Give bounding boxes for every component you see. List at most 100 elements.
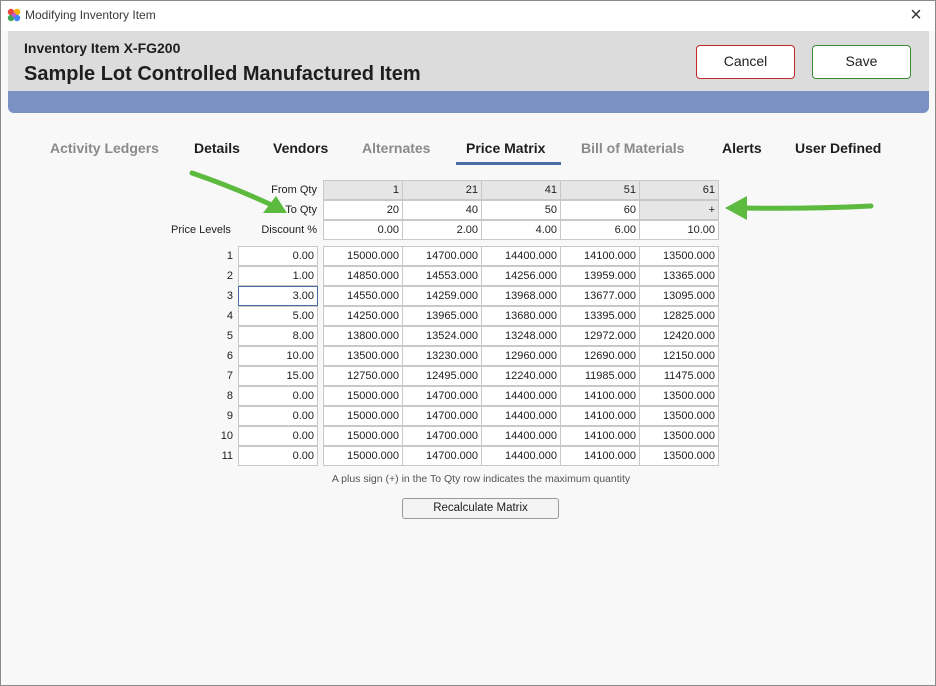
price-cell[interactable]: 12960.000 [481, 346, 561, 366]
item-header: Inventory Item X-FG200 Sample Lot Contro… [8, 31, 929, 91]
price-level-number: 2 [226, 270, 233, 282]
level-discount-cell[interactable]: 5.00 [238, 306, 318, 326]
price-cell[interactable]: 13500.000 [639, 446, 719, 466]
price-cell[interactable]: 13680.000 [481, 306, 561, 326]
price-cell[interactable]: 14550.000 [323, 286, 403, 306]
price-cell[interactable]: 13500.000 [639, 406, 719, 426]
price-cell[interactable]: 13365.000 [639, 266, 719, 286]
price-cell[interactable]: 14400.000 [481, 406, 561, 426]
column-discount-cell[interactable]: 0.00 [323, 220, 403, 240]
price-cell[interactable]: 14400.000 [481, 446, 561, 466]
level-discount-cell[interactable]: 0.00 [238, 406, 318, 426]
price-cell[interactable]: 14700.000 [402, 426, 482, 446]
level-discount-cell[interactable]: 0.00 [238, 426, 318, 446]
price-cell[interactable]: 13230.000 [402, 346, 482, 366]
price-cell[interactable]: 15000.000 [323, 386, 403, 406]
price-cell[interactable]: 15000.000 [323, 246, 403, 266]
tab-user-defined[interactable]: User Defined [795, 140, 881, 156]
price-cell[interactable]: 12825.000 [639, 306, 719, 326]
price-cell[interactable]: 14850.000 [323, 266, 403, 286]
column-discount-cell[interactable]: 2.00 [402, 220, 482, 240]
tab-price-matrix[interactable]: Price Matrix [466, 140, 545, 156]
price-cell[interactable]: 13524.000 [402, 326, 482, 346]
price-cell[interactable]: 14100.000 [560, 386, 640, 406]
tab-vendors[interactable]: Vendors [273, 140, 328, 156]
price-cell[interactable]: 14400.000 [481, 386, 561, 406]
price-cell[interactable]: 12972.000 [560, 326, 640, 346]
price-cell[interactable]: 11475.000 [639, 366, 719, 386]
price-cell[interactable]: 13677.000 [560, 286, 640, 306]
price-cell[interactable]: 15000.000 [323, 446, 403, 466]
price-cell[interactable]: 14700.000 [402, 446, 482, 466]
level-discount-cell[interactable]: 1.00 [238, 266, 318, 286]
to-qty-cell: + [639, 200, 719, 220]
to-qty-cell[interactable]: 40 [402, 200, 482, 220]
price-cell[interactable]: 12420.000 [639, 326, 719, 346]
price-cell[interactable]: 15000.000 [323, 406, 403, 426]
item-code: Inventory Item X-FG200 [24, 40, 181, 56]
level-discount-cell[interactable]: 0.00 [238, 246, 318, 266]
title-bar: Modifying Inventory Item × [1, 1, 935, 31]
price-cell[interactable]: 14100.000 [560, 246, 640, 266]
price-cell[interactable]: 13800.000 [323, 326, 403, 346]
price-cell[interactable]: 14553.000 [402, 266, 482, 286]
price-cell[interactable]: 14400.000 [481, 246, 561, 266]
price-level-number: 6 [226, 350, 233, 362]
price-cell[interactable]: 13500.000 [639, 246, 719, 266]
price-cell[interactable]: 12240.000 [481, 366, 561, 386]
column-discount-cell[interactable]: 10.00 [639, 220, 719, 240]
price-cell[interactable]: 12495.000 [402, 366, 482, 386]
to-qty-cell[interactable]: 60 [560, 200, 640, 220]
price-cell[interactable]: 13500.000 [323, 346, 403, 366]
close-button[interactable]: × [905, 4, 927, 26]
price-level-number: 9 [226, 410, 233, 422]
price-cell[interactable]: 15000.000 [323, 426, 403, 446]
to-qty-cell[interactable]: 50 [481, 200, 561, 220]
price-cell[interactable]: 13395.000 [560, 306, 640, 326]
price-cell[interactable]: 14100.000 [560, 446, 640, 466]
price-cell[interactable]: 14100.000 [560, 426, 640, 446]
level-discount-cell[interactable]: 15.00 [238, 366, 318, 386]
price-cell[interactable]: 13095.000 [639, 286, 719, 306]
discount-label: Discount % [261, 224, 317, 236]
price-level-number: 5 [226, 330, 233, 342]
price-cell[interactable]: 13500.000 [639, 386, 719, 406]
level-discount-cell[interactable]: 0.00 [238, 386, 318, 406]
tab-bill-of-materials[interactable]: Bill of Materials [581, 140, 684, 156]
level-discount-cell[interactable]: 8.00 [238, 326, 318, 346]
tab-alternates[interactable]: Alternates [362, 140, 430, 156]
tab-strip: Activity Ledgers Details Vendors Alterna… [41, 135, 901, 165]
price-cell[interactable]: 14259.000 [402, 286, 482, 306]
price-cell[interactable]: 14250.000 [323, 306, 403, 326]
price-cell[interactable]: 11985.000 [560, 366, 640, 386]
left-annotation-arrow [189, 170, 287, 213]
price-cell[interactable]: 14256.000 [481, 266, 561, 286]
price-cell[interactable]: 12750.000 [323, 366, 403, 386]
level-discount-cell[interactable]: 0.00 [238, 446, 318, 466]
price-cell[interactable]: 14700.000 [402, 386, 482, 406]
tab-alerts[interactable]: Alerts [722, 140, 762, 156]
price-cell[interactable]: 14700.000 [402, 406, 482, 426]
level-discount-cell[interactable]: 3.00 [238, 286, 318, 306]
price-cell[interactable]: 12150.000 [639, 346, 719, 366]
price-cell[interactable]: 14100.000 [560, 406, 640, 426]
column-discount-cell[interactable]: 4.00 [481, 220, 561, 240]
price-cell[interactable]: 13965.000 [402, 306, 482, 326]
price-level-number: 7 [226, 370, 233, 382]
price-cell[interactable]: 13248.000 [481, 326, 561, 346]
price-cell[interactable]: 12690.000 [560, 346, 640, 366]
active-tab-indicator [456, 162, 561, 165]
tab-activity-ledgers[interactable]: Activity Ledgers [50, 140, 159, 156]
price-cell[interactable]: 14400.000 [481, 426, 561, 446]
recalculate-matrix-button[interactable]: Recalculate Matrix [402, 498, 559, 519]
tab-details[interactable]: Details [194, 140, 240, 156]
price-cell[interactable]: 14700.000 [402, 246, 482, 266]
column-discount-cell[interactable]: 6.00 [560, 220, 640, 240]
save-button[interactable]: Save [812, 45, 911, 79]
cancel-button[interactable]: Cancel [696, 45, 795, 79]
price-cell[interactable]: 13500.000 [639, 426, 719, 446]
price-cell[interactable]: 13959.000 [560, 266, 640, 286]
price-cell[interactable]: 13968.000 [481, 286, 561, 306]
level-discount-cell[interactable]: 10.00 [238, 346, 318, 366]
to-qty-cell[interactable]: 20 [323, 200, 403, 220]
